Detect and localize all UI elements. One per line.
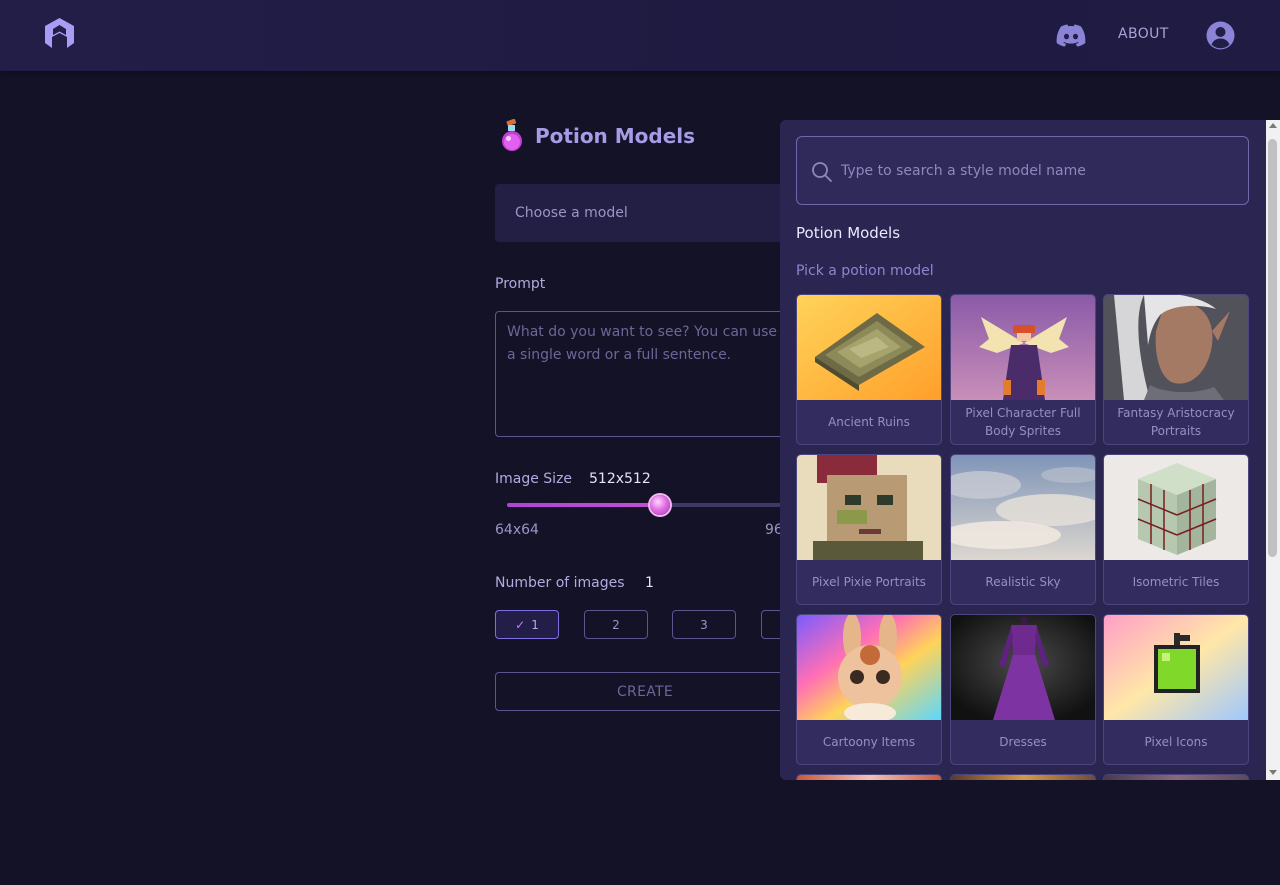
model-select[interactable]: Choose a model <box>495 184 795 242</box>
model-select-placeholder: Choose a model <box>515 205 628 221</box>
model-card-partial[interactable] <box>1103 774 1249 780</box>
model-card-pixel-character-full-body-sprites[interactable]: Pixel Character Full Body Sprites <box>950 294 1096 445</box>
popover-title: Potion Models <box>796 224 901 242</box>
pixel-pixie-thumbnail <box>797 455 941 560</box>
potion-icon <box>502 119 522 151</box>
account-icon[interactable] <box>1206 21 1235 50</box>
model-card-label: Cartoony Items <box>822 735 916 749</box>
model-search-input[interactable] <box>841 157 1231 185</box>
create-button[interactable]: CREATE <box>495 672 795 711</box>
num-images-option-label: 2 <box>612 617 620 632</box>
model-card-label: Pixel Pixie Portraits <box>812 575 926 589</box>
prompt-textarea[interactable]: What do you want to see? You can use a s… <box>495 311 795 437</box>
cartoony-items-thumbnail <box>797 615 941 720</box>
model-card-label: Pixel Icons <box>1144 735 1208 749</box>
image-size-min-label: 64x64 <box>495 522 539 538</box>
app-logo-icon[interactable] <box>43 17 76 49</box>
page-title: Potion Models <box>535 124 696 148</box>
number-of-images-value: 1 <box>645 575 654 591</box>
image-size-slider-thumb[interactable] <box>650 495 670 515</box>
search-icon <box>812 162 832 182</box>
model-card-label: Pixel Character Full Body Sprites <box>965 406 1081 438</box>
model-search-box[interactable] <box>796 136 1249 205</box>
model-card-cartoony-items[interactable]: Cartoony Items <box>796 614 942 765</box>
ancient-ruins-thumbnail <box>797 295 941 400</box>
num-images-option-label: 1 <box>531 617 539 632</box>
model-card-thumbnail <box>1104 775 1248 780</box>
model-card-realistic-sky[interactable]: Realistic Sky <box>950 454 1096 605</box>
discord-icon[interactable] <box>1056 23 1086 47</box>
model-card-pixel-pixie-portraits[interactable]: Pixel Pixie Portraits <box>796 454 942 605</box>
popover-subtitle: Pick a potion model <box>796 263 934 279</box>
pixel-character-thumbnail <box>951 295 1095 400</box>
image-size-value: 512x512 <box>589 471 651 487</box>
model-picker-popover: Potion Models Pick a potion model Ancien… <box>780 120 1266 780</box>
model-card-partial[interactable] <box>796 774 942 780</box>
page-title-row: Potion Models <box>497 119 695 153</box>
model-card-isometric-tiles[interactable]: Isometric Tiles <box>1103 454 1249 605</box>
scroll-up-arrow-icon[interactable] <box>1269 123 1277 128</box>
model-card-dresses[interactable]: Dresses <box>950 614 1096 765</box>
scrollbar-thumb[interactable] <box>1268 139 1277 557</box>
model-card-partial[interactable] <box>950 774 1096 780</box>
model-card-label: Isometric Tiles <box>1132 575 1220 589</box>
realistic-sky-thumbnail <box>951 455 1095 560</box>
model-card-fantasy-aristocracy-portraits[interactable]: Fantasy Aristocracy Portraits <box>1103 294 1249 445</box>
model-card-label: Ancient Ruins <box>828 415 910 429</box>
about-link[interactable]: ABOUT <box>1118 26 1169 42</box>
pixel-icons-thumbnail <box>1104 615 1248 720</box>
model-card-ancient-ruins[interactable]: Ancient Ruins <box>796 294 942 445</box>
model-card-label: Dresses <box>999 735 1047 749</box>
num-images-option-3[interactable]: 3 <box>672 610 736 639</box>
prompt-label: Prompt <box>495 276 546 292</box>
scroll-down-arrow-icon[interactable] <box>1269 770 1277 775</box>
fantasy-portrait-thumbnail <box>1104 295 1248 400</box>
check-icon: ✓ <box>515 617 526 632</box>
model-card-thumbnail <box>797 775 941 780</box>
model-card-thumbnail <box>951 775 1095 780</box>
image-size-label: Image Size <box>495 471 573 487</box>
model-card-label: Realistic Sky <box>985 575 1061 589</box>
number-of-images-label: Number of images <box>495 575 625 591</box>
num-images-option-2[interactable]: 2 <box>584 610 648 639</box>
dresses-thumbnail <box>951 615 1095 720</box>
top-navigation-bar: ABOUT <box>0 0 1280 71</box>
num-images-option-1[interactable]: ✓ 1 <box>495 610 559 639</box>
image-size-slider-fill <box>507 503 660 507</box>
num-images-option-label: 3 <box>700 617 708 632</box>
model-card-label: Fantasy Aristocracy Portraits <box>1117 406 1235 438</box>
isometric-tiles-thumbnail <box>1104 455 1248 560</box>
popover-scrollbar[interactable] <box>1266 120 1280 780</box>
model-card-pixel-icons[interactable]: Pixel Icons <box>1103 614 1249 765</box>
